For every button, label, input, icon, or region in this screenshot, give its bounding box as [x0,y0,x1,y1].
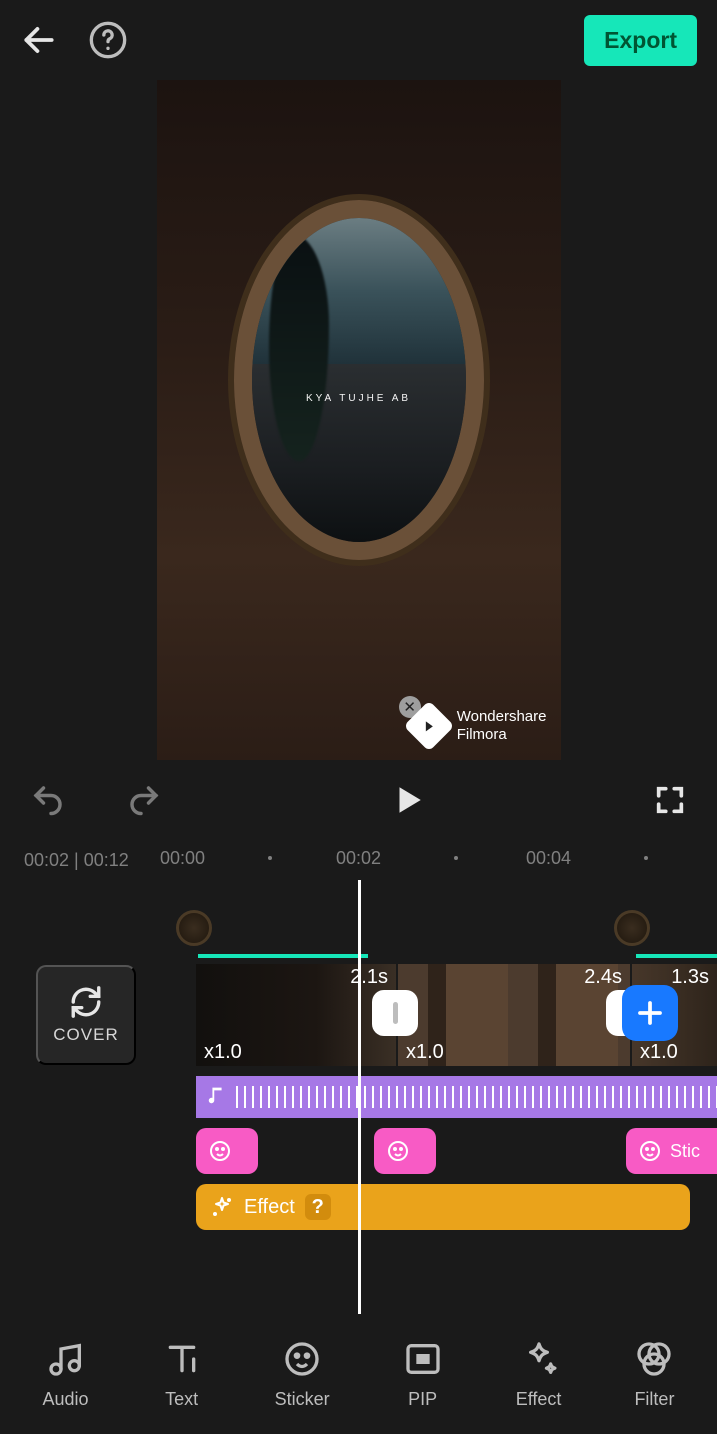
effect-help-badge[interactable]: ? [305,1194,331,1220]
plus-icon [635,998,665,1028]
sticker-label: Stic [670,1141,700,1162]
mirror-scene [252,218,466,542]
subtitle-overlay: KYA TUJHE AB [252,393,466,404]
add-clip-button[interactable] [622,985,678,1041]
sticker-face-icon [386,1139,410,1163]
keyframe-bar[interactable] [636,954,717,958]
playback-controls [0,760,717,840]
sticker-face-icon [638,1139,662,1163]
cover-label: COVER [53,1025,118,1045]
watermark-line2: Filmora [457,726,547,744]
tool-filter[interactable]: Filter [634,1339,674,1410]
undo-icon [30,782,66,818]
refresh-icon [69,985,103,1019]
fullscreen-button[interactable] [653,783,687,817]
ruler-dot [268,856,272,860]
fullscreen-icon [653,783,687,817]
audio-icon [46,1339,86,1379]
watermark[interactable]: ✕ Wondershare Filmora [411,708,547,744]
video-frame-content: KYA TUJHE AB [234,200,484,560]
ruler-tick-2: 00:04 [526,848,571,869]
clip-duration: 1.3s [671,966,709,989]
tool-label: Audio [43,1389,89,1410]
tool-pip[interactable]: PIP [403,1339,443,1410]
clip-speed: x1.0 [640,1041,678,1064]
header-left-group [20,20,128,60]
text-icon [162,1339,202,1379]
effect-clip[interactable]: Effect ? [196,1184,690,1230]
playhead[interactable] [358,880,361,1314]
clip-duration: 2.1s [350,966,388,989]
pip-icon [403,1339,443,1379]
redo-button[interactable] [126,782,162,818]
watermark-text: Wondershare Filmora [457,708,547,744]
export-button[interactable]: Export [584,15,697,66]
effect-label: Effect [244,1196,295,1219]
redo-icon [126,782,162,818]
music-note-icon [206,1084,228,1111]
keyframe-marker[interactable] [614,910,650,946]
ruler-tick-1: 00:02 [336,848,381,869]
tool-label: Text [165,1389,198,1410]
ruler-ticks[interactable]: 00:00 00:02 00:04 [150,840,717,880]
header-bar: Export [0,0,717,80]
undo-button[interactable] [30,782,66,818]
clip-duration: 2.4s [584,966,622,989]
filter-icon [634,1339,674,1379]
time-ruler[interactable]: 00:02 | 00:12 00:00 00:02 00:04 [0,840,717,880]
arrow-left-icon [20,21,58,59]
play-icon [391,783,425,817]
tool-effect[interactable]: Effect [516,1339,562,1410]
sticker-face-icon [208,1139,232,1163]
sticker-icon [282,1339,322,1379]
clip-speed: x1.0 [406,1041,444,1064]
ruler-tick-0: 00:00 [160,848,205,869]
video-clip-2[interactable]: 2.4s x1.0 [398,964,630,1066]
sticker-clip-1[interactable] [196,1128,258,1174]
audio-track[interactable] [196,1076,717,1118]
keyframe-marker[interactable] [176,910,212,946]
play-button[interactable] [391,783,425,817]
back-button[interactable] [20,21,58,59]
tool-label: PIP [408,1389,437,1410]
preview-area: KYA TUJHE AB ✕ Wondershare Filmora [0,80,717,760]
tool-label: Filter [634,1389,674,1410]
playhead-time-label: 00:02 | 00:12 [0,850,150,871]
sticker-clip-3[interactable]: Stic [626,1128,717,1174]
cover-button[interactable]: COVER [36,965,136,1065]
sticker-clip-2[interactable] [374,1128,436,1174]
tool-audio[interactable]: Audio [43,1339,89,1410]
tool-label: Sticker [275,1389,330,1410]
ruler-dot [454,856,458,860]
bottom-toolbar: Audio Text Sticker PIP Effect Filter [0,1314,717,1434]
clip-speed: x1.0 [204,1041,242,1064]
undo-redo-group [30,782,162,818]
help-button[interactable] [88,20,128,60]
watermark-line1: Wondershare [457,708,547,726]
keyframe-bar[interactable] [198,954,368,958]
transition-handle[interactable] [372,990,418,1036]
audio-waveform [236,1086,717,1108]
tool-label: Effect [516,1389,562,1410]
help-icon [88,20,128,60]
preview-canvas[interactable]: KYA TUJHE AB ✕ Wondershare Filmora [157,80,561,760]
tool-sticker[interactable]: Sticker [275,1339,330,1410]
tool-text[interactable]: Text [162,1339,202,1410]
sparkle-icon [210,1195,234,1219]
app-root: Export KYA TUJHE AB ✕ Wondershare Filmor… [0,0,717,1434]
ruler-dot [644,856,648,860]
effect-icon [519,1339,559,1379]
timeline[interactable]: COVER 2.1s x1.0 2.4s x1.0 1.3s x1.0 [0,880,717,1314]
video-clip-1[interactable]: 2.1s x1.0 [196,964,396,1066]
